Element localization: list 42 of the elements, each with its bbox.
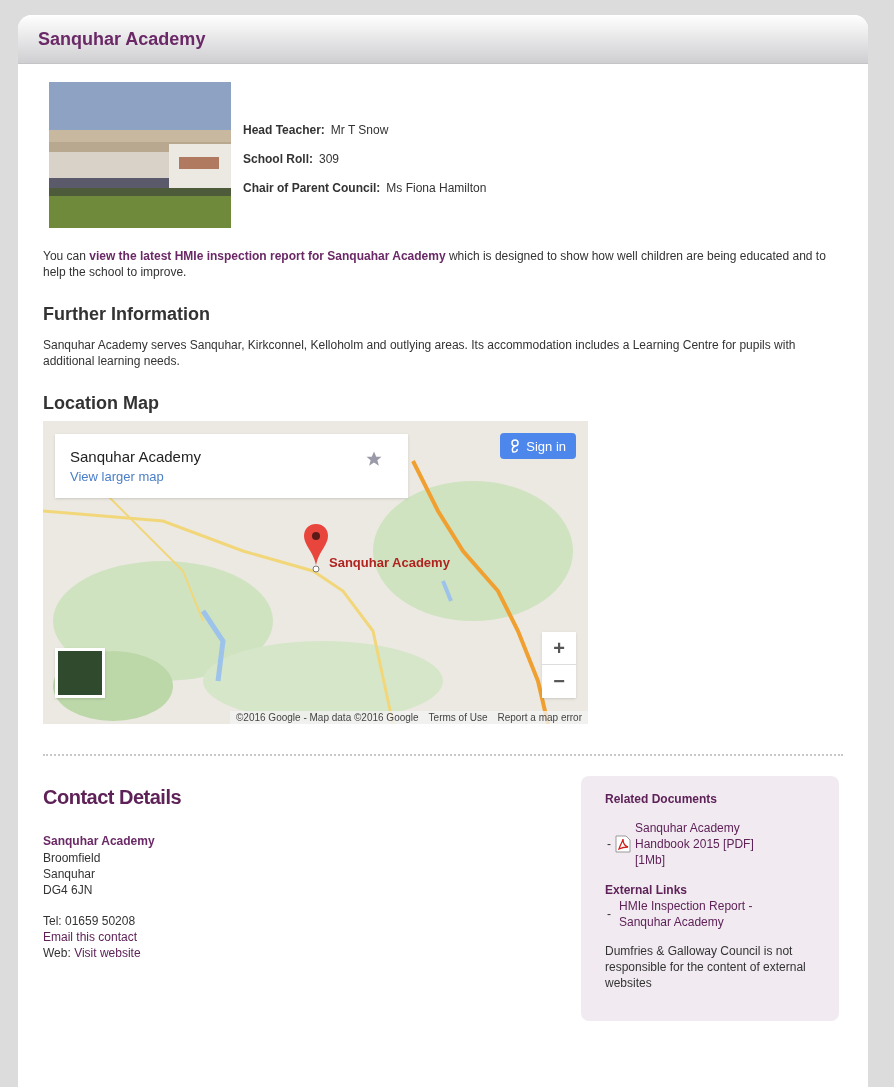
fact-value: Ms Fiona Hamilton — [386, 180, 487, 197]
panel-title: Sanquhar Academy — [38, 27, 206, 51]
address-line: Sanquhar — [43, 865, 97, 882]
view-larger-map-link[interactable]: View larger map — [70, 468, 164, 484]
zoom-out-button[interactable]: − — [542, 665, 576, 699]
map[interactable]: Sanquhar Academy View larger map Sign in Sanquhar Academy + − ©2016 Google - Map data ©2016 Google Terms of Use Report a map error — [43, 421, 588, 725]
website-link[interactable]: Visit website — [74, 945, 141, 962]
sign-in-button[interactable]: Sign in — [500, 433, 576, 460]
disclaimer-text: Dumfries & Galloway Council is not responsible for the content of external websites — [605, 942, 807, 992]
web-label: Web: — [43, 945, 72, 962]
fact-value: 309 — [319, 150, 340, 168]
fact-label: Head Teacher: — [243, 121, 325, 138]
sidebar-heading: External Links — [605, 882, 689, 899]
fact-label: Chair of Parent Council: — [243, 180, 381, 197]
inspection-report-link[interactable]: view the latest HMIe inspection report for Sanquahar Academy — [89, 249, 446, 263]
list-bullet: - — [607, 835, 611, 852]
external-link[interactable]: HMIe Inspection Report - Sanquhar Academy — [619, 898, 779, 931]
map-card-title: Sanquhar Academy — [70, 447, 201, 468]
contact-heading: Contact Details — [43, 785, 182, 811]
zoom-in-button[interactable]: + — [542, 632, 576, 666]
map-marker-label: Sanquhar Academy — [329, 553, 450, 572]
intro-text: You can view the latest HMIe inspection report for Sanquahar Academy which is designed to show how well children are being educated and to help the school to improve. — [43, 248, 827, 281]
telephone-text: Tel: 01659 50208 — [43, 913, 137, 930]
document-link[interactable]: Sanquhar Academy Handbook 2015 [PDF] [1Mb] — [635, 819, 785, 869]
address-line: DG4 6JN — [43, 881, 94, 899]
sidebar-heading: Related Documents — [605, 791, 719, 808]
section-heading: Location Map — [43, 392, 160, 416]
google-plus-icon — [510, 439, 521, 454]
terms-link[interactable]: Terms of Use — [428, 710, 488, 725]
section-heading: Further Information — [43, 303, 211, 327]
further-text: Sanquhar Academy serves Sanquhar, Kirkconnel, Kelloholm and outlying areas. Its accommodation includes a Learning Centre for pupils with additional learning needs. — [43, 336, 797, 370]
email-link[interactable]: Email this contact — [43, 929, 182, 946]
fact-label: School Roll: — [243, 150, 313, 168]
satellite-toggle[interactable] — [55, 648, 105, 699]
map-attribution: ©2016 Google - Map data ©2016 Google — [235, 710, 419, 725]
fact-value: Mr T Snow — [330, 121, 389, 138]
pdf-icon — [615, 834, 631, 853]
contact-name: Sanquhar Academy — [43, 833, 156, 850]
report-error-link[interactable]: Report a map error — [497, 710, 582, 725]
address-line: Broomfield — [43, 849, 102, 866]
map-pin-icon — [303, 523, 329, 574]
list-bullet: - — [607, 906, 611, 923]
